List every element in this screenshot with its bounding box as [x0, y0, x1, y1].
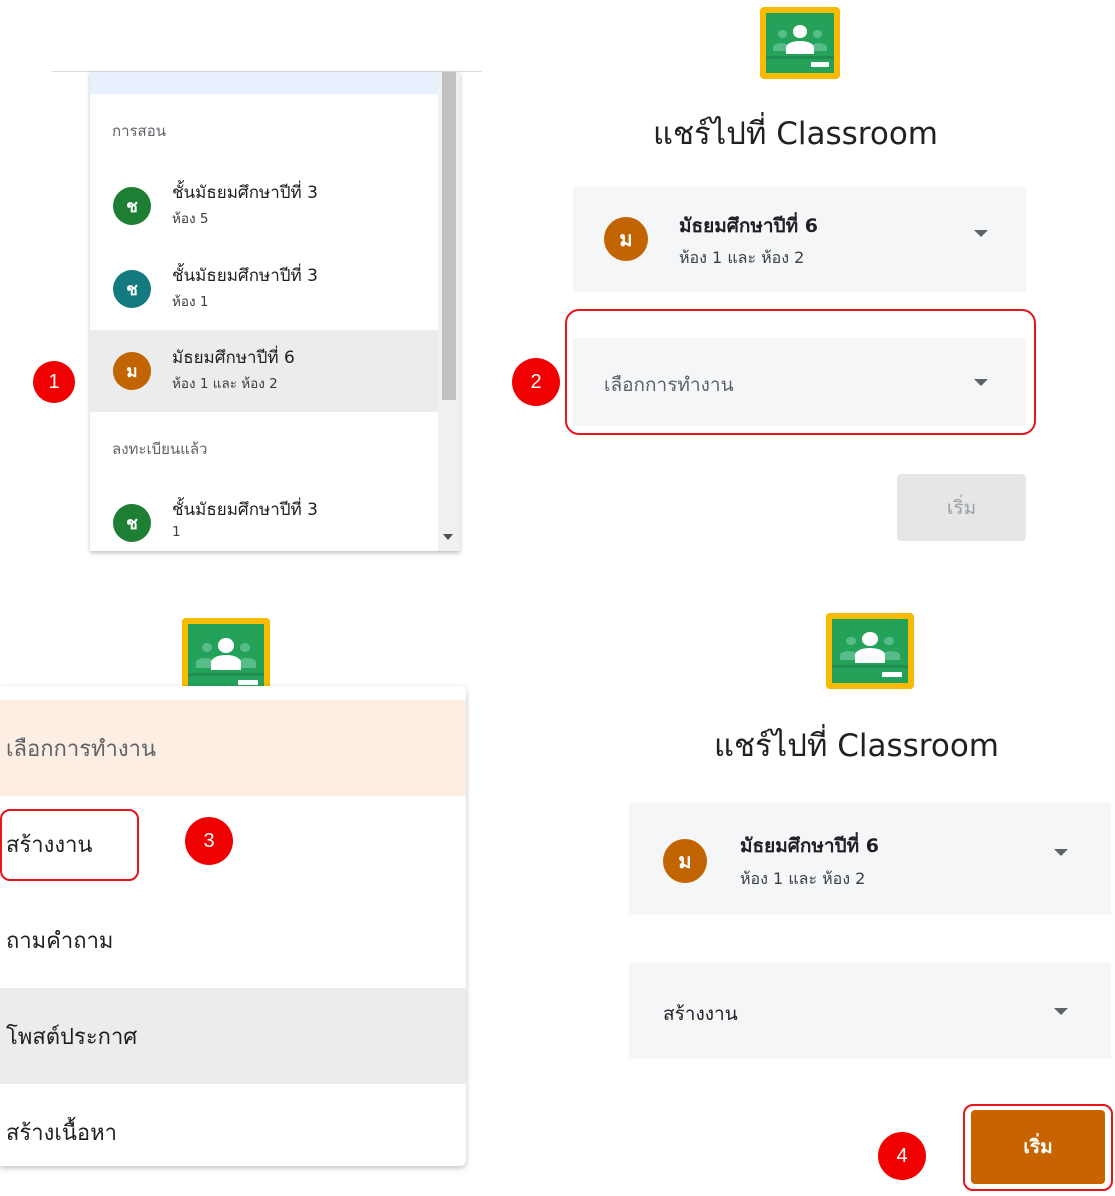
highlight-box	[0, 809, 139, 881]
class-avatar: ช	[113, 504, 151, 542]
menu-item-create-material[interactable]: สร้างเนื้อหา	[0, 1084, 466, 1180]
highlight-box	[963, 1104, 1113, 1191]
class-list-dropdown[interactable]: การสอน ช ชั้นมัธยมศึกษาปีที่ 3 ห้อง 5 ช …	[90, 72, 460, 551]
classroom-logo-icon	[826, 613, 914, 689]
section-label-enrolled: ลงทะเบียนแล้ว	[112, 440, 208, 458]
class-item-selected[interactable]: ม มัธยมศึกษาปีที่ 6 ห้อง 1 และ ห้อง 2	[90, 330, 438, 412]
chevron-down-icon[interactable]	[1054, 849, 1068, 856]
action-selected: สร้างงาน	[663, 1003, 738, 1025]
step-badge-3: 3	[185, 817, 233, 865]
scroll-down-arrow-icon[interactable]	[443, 534, 453, 540]
share-title: แชร์ไปที่ Classroom	[714, 728, 999, 764]
action-selector[interactable]: สร้างงาน	[629, 963, 1111, 1059]
section-label-teaching: การสอน	[112, 122, 166, 140]
class-item[interactable]: ช ชั้นมัธยมศึกษาปีที่ 3 1	[90, 482, 438, 551]
class-avatar: ม	[663, 839, 707, 883]
class-selector[interactable]: ม มัธยมศึกษาปีที่ 6 ห้อง 1 และ ห้อง 2	[629, 803, 1111, 915]
class-section: ห้อง 5	[172, 211, 209, 227]
class-avatar: ม	[604, 217, 648, 261]
step-badge-2: 2	[512, 358, 560, 406]
class-section: ห้อง 1 และ ห้อง 2	[679, 248, 805, 267]
class-name: ชั้นมัธยมศึกษาปีที่ 3	[172, 183, 318, 203]
highlight-box	[565, 309, 1036, 435]
class-section: ห้อง 1 และ ห้อง 2	[740, 869, 866, 888]
menu-item-ask-question[interactable]: ถามคำถาม	[0, 892, 466, 988]
class-name: มัธยมศึกษาปีที่ 6	[740, 835, 879, 857]
class-item[interactable]: ช ชั้นมัธยมศึกษาปีที่ 3 ห้อง 5	[90, 165, 438, 247]
scrollbar-thumb[interactable]	[442, 72, 456, 400]
menu-item-post-announcement[interactable]: โพสต์ประกาศ	[0, 988, 466, 1084]
class-name: ชั้นมัธยมศึกษาปีที่ 3	[172, 500, 318, 520]
class-section: 1	[172, 524, 181, 540]
classroom-logo-icon	[760, 7, 840, 79]
class-name: มัธยมศึกษาปีที่ 6	[172, 348, 295, 368]
step-badge-4: 4	[878, 1132, 926, 1180]
scrollbar[interactable]	[438, 72, 460, 551]
class-name: มัธยมศึกษาปีที่ 6	[679, 215, 818, 237]
step-badge-1: 1	[33, 361, 75, 403]
class-name: ชั้นมัธยมศึกษาปีที่ 3	[172, 266, 318, 286]
chevron-down-icon[interactable]	[974, 230, 988, 237]
class-selector[interactable]: ม มัธยมศึกษาปีที่ 6 ห้อง 1 และ ห้อง 2	[573, 187, 1026, 292]
class-avatar: ม	[113, 352, 151, 390]
share-title: แชร์ไปที่ Classroom	[653, 116, 938, 152]
action-menu[interactable]: เลือกการทำงาน สร้างงาน ถามคำถาม โพสต์ประ…	[0, 686, 466, 1166]
class-avatar: ช	[113, 270, 151, 308]
start-button-disabled[interactable]: เริ่ม	[897, 474, 1026, 541]
class-item[interactable]: ช ชั้นมัธยมศึกษาปีที่ 3 ห้อง 1	[90, 248, 438, 330]
class-section: ห้อง 1 และ ห้อง 2	[172, 376, 278, 392]
list-highlight	[90, 72, 438, 94]
class-section: ห้อง 1	[172, 294, 209, 310]
chevron-down-icon[interactable]	[1054, 1008, 1068, 1015]
class-avatar: ช	[113, 187, 151, 225]
menu-header[interactable]: เลือกการทำงาน	[0, 700, 466, 796]
